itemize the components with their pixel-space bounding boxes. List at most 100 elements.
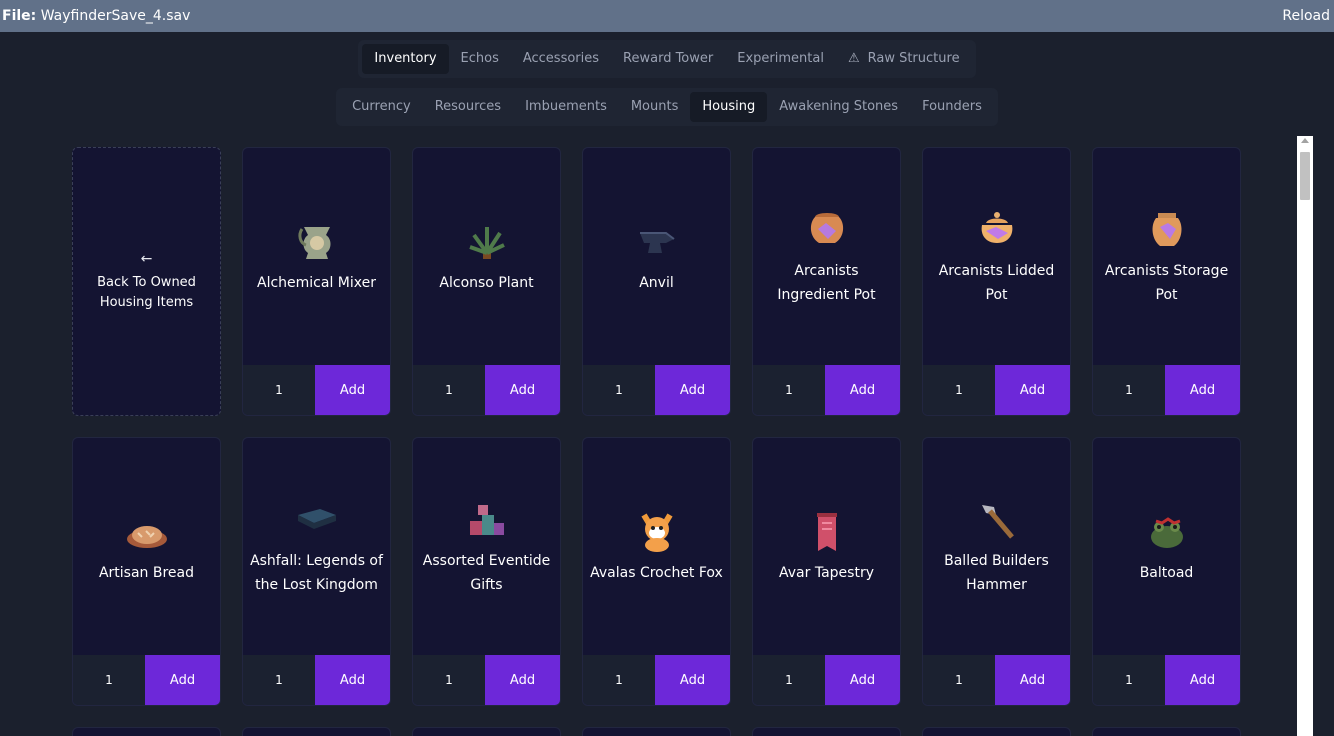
item-name: Anvil [639,274,674,291]
housing-item-card: Anvil 1 Add [582,147,731,416]
quantity-input[interactable]: 1 [923,655,995,705]
file-info: File: WayfinderSave_4.sav [2,8,190,24]
item-name: Baltoad [1139,564,1194,581]
housing-item-card-partial [1092,727,1241,736]
warning-icon: ⚠ [847,51,860,66]
tab-label: Currency [352,99,411,114]
tab-label: Housing [702,99,756,114]
scrollbar-thumb[interactable] [1300,152,1310,200]
tab-echos[interactable]: Echos [449,44,511,74]
scroll-up-icon[interactable] [1301,138,1309,143]
add-button[interactable]: Add [315,365,390,415]
quantity-input[interactable]: 1 [413,655,485,705]
subtab-founders[interactable]: Founders [910,92,994,122]
back-to-owned-card[interactable]: ← Back To Owned Housing Items [72,147,221,416]
reload-button[interactable]: Reload [1282,8,1330,24]
tab-reward-tower[interactable]: Reward Tower [611,44,725,74]
pot-icon [804,207,850,253]
add-button[interactable]: Add [1165,365,1240,415]
housing-item-card: Arcanists Lidded Pot 1 Add [922,147,1071,416]
add-button[interactable]: Add [145,655,220,705]
card-body: Arcanists Storage Pot [1093,148,1240,365]
tab-label: Experimental [737,51,824,66]
housing-item-card: Avar Tapestry 1 Add [752,437,901,706]
tab-label: Echos [460,51,499,66]
add-button[interactable]: Add [485,365,560,415]
card-body: Artisan Bread [73,438,220,655]
housing-item-card: Alconso Plant 1 Add [412,147,561,416]
quantity-input[interactable]: 1 [413,365,485,415]
card-body: Avalas Crochet Fox [583,438,730,655]
quantity-input[interactable]: 1 [583,655,655,705]
subtab-awakening-stones[interactable]: Awakening Stones [767,92,910,122]
bread-icon [124,509,170,555]
card-body: Ashfall: Legends of the Lost Kingdom [243,438,390,655]
back-card-label: Back To Owned Housing Items [97,274,196,310]
card-body: Arcanists Ingredient Pot [753,148,900,365]
tab-label: Raw Structure [867,51,960,66]
add-button[interactable]: Add [485,655,560,705]
card-footer: 1 Add [73,655,220,705]
item-name: Arcanists Ingredient Pot [777,262,876,303]
card-footer: 1 Add [753,655,900,705]
item-name: Artisan Bread [98,564,195,581]
scrollbar[interactable] [1297,136,1313,736]
add-button[interactable]: Add [655,655,730,705]
card-body: Balled Builders Hammer [923,438,1070,655]
tab-inventory[interactable]: Inventory [362,44,449,74]
quantity-input[interactable]: 1 [753,655,825,705]
item-name: Avalas Crochet Fox [590,564,723,581]
housing-item-card: Alchemical Mixer 1 Add [242,147,391,416]
card-body: Alconso Plant [413,148,560,365]
add-button[interactable]: Add [655,365,730,415]
add-button[interactable]: Add [825,655,900,705]
card-footer: 1 Add [923,365,1070,415]
subtab-mounts[interactable]: Mounts [619,92,691,122]
quantity-input[interactable]: 1 [753,365,825,415]
lidded-pot-icon [974,207,1020,253]
item-name: Avar Tapestry [779,564,874,581]
card-footer: 1 Add [243,655,390,705]
tab-accessories[interactable]: Accessories [511,44,611,74]
tab-label: Founders [922,99,982,114]
card-body: Alchemical Mixer [243,148,390,365]
card-body: Anvil [583,148,730,365]
item-name: Arcanists Storage Pot [1104,262,1229,303]
quantity-input[interactable]: 1 [1093,365,1165,415]
subtab-housing[interactable]: Housing [690,92,768,122]
tab-label: Accessories [522,51,600,66]
card-footer: 1 Add [1093,655,1240,705]
housing-item-card: Balled Builders Hammer 1 Add [922,437,1071,706]
quantity-input[interactable]: 1 [923,365,995,415]
hammer-icon [974,497,1020,543]
housing-grid: ← Back To Owned Housing Items Alchemical… [72,147,1252,736]
quantity-input[interactable]: 1 [1093,655,1165,705]
quantity-input[interactable]: 1 [243,655,315,705]
add-button[interactable]: Add [995,365,1070,415]
tab-raw-structure[interactable]: ⚠ Raw Structure [836,44,972,74]
quantity-input[interactable]: 1 [583,365,655,415]
title-bar: File: WayfinderSave_4.sav Reload [0,0,1334,32]
card-footer: 1 Add [753,365,900,415]
housing-item-card: Arcanists Storage Pot 1 Add [1092,147,1241,416]
tapestry-icon [804,509,850,555]
subtab-imbuements[interactable]: Imbuements [513,92,619,122]
subtab-resources[interactable]: Resources [423,92,513,122]
add-button[interactable]: Add [825,365,900,415]
sub-tabs: Currency Resources Imbuements Mounts Housing… [336,88,998,126]
item-name: Alchemical Mixer [257,274,376,291]
mixer-icon [294,219,340,265]
card-body: Baltoad [1093,438,1240,655]
add-button[interactable]: Add [995,655,1070,705]
card-footer: 1 Add [243,365,390,415]
file-label: File: [2,8,37,24]
fox-icon [634,509,680,555]
subtab-currency[interactable]: Currency [340,92,423,122]
quantity-input[interactable]: 1 [243,365,315,415]
add-button[interactable]: Add [315,655,390,705]
tab-label: Inventory [374,51,437,66]
housing-item-card: Assorted Eventide Gifts 1 Add [412,437,561,706]
tab-experimental[interactable]: Experimental [725,44,836,74]
add-button[interactable]: Add [1165,655,1240,705]
quantity-input[interactable]: 1 [73,655,145,705]
